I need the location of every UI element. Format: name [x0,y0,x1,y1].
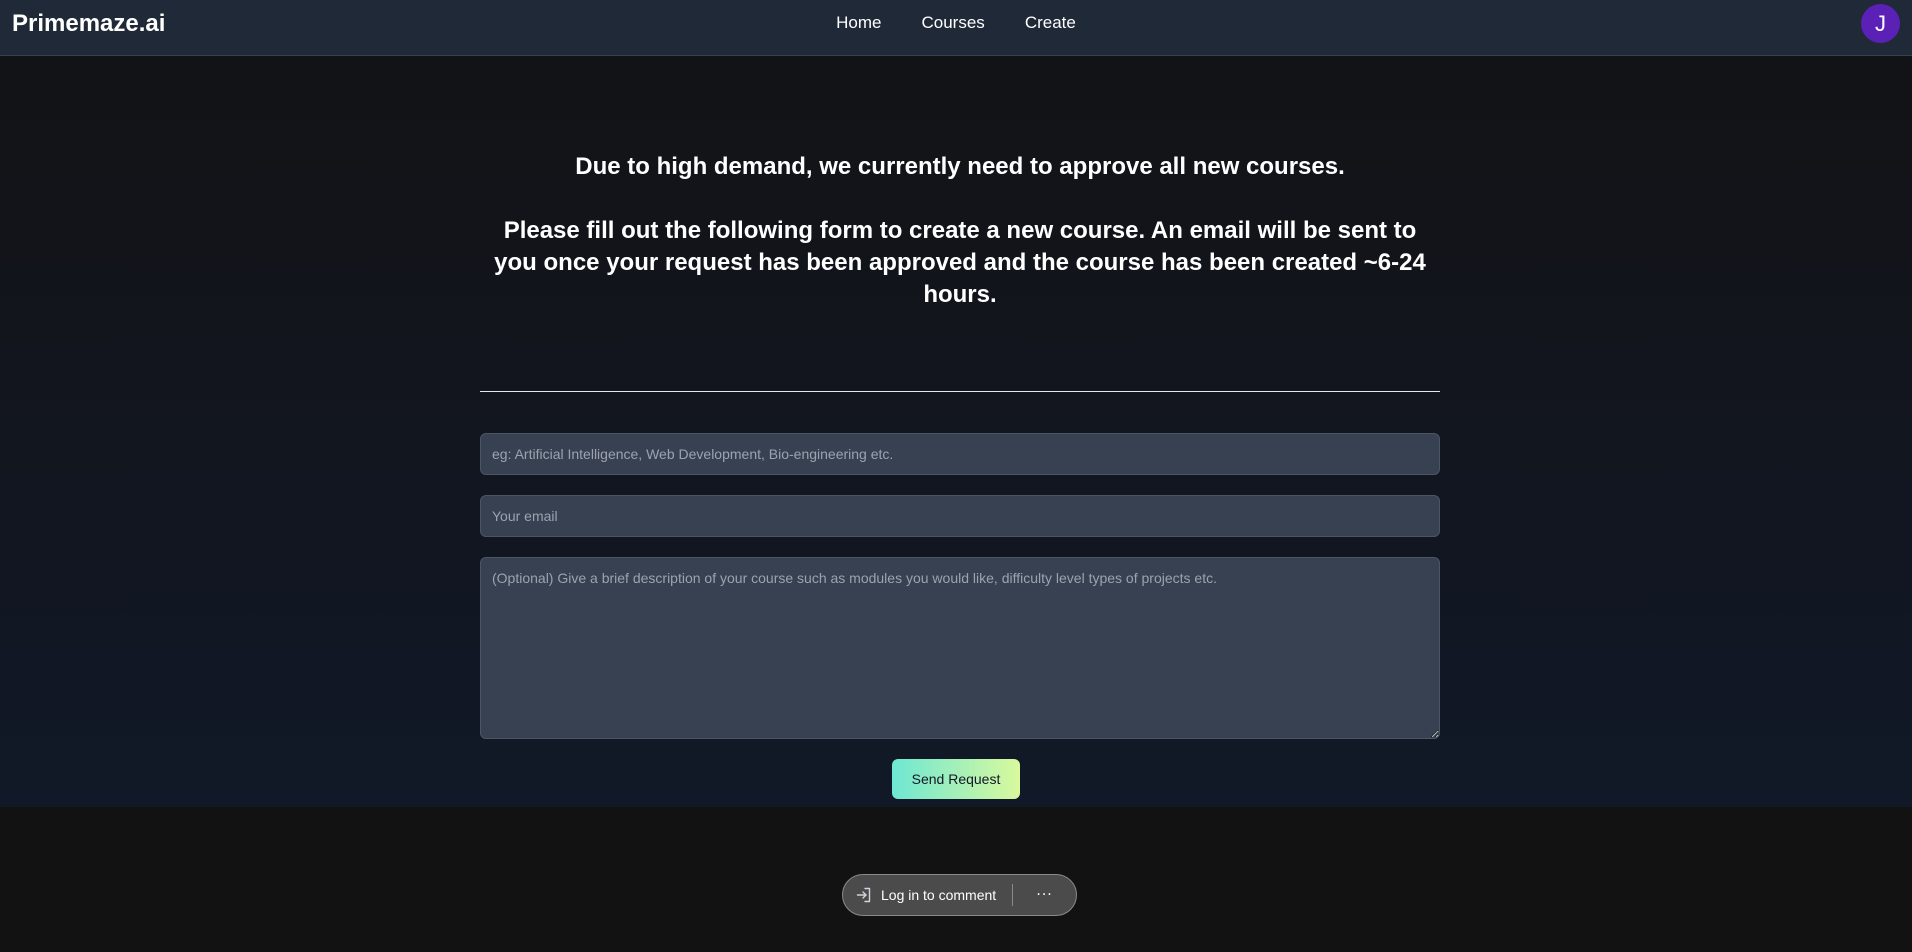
login-to-comment-button[interactable]: Log in to comment [843,884,1014,906]
user-avatar[interactable]: J [1861,4,1900,43]
more-icon: ··· [1036,887,1053,903]
email-input[interactable] [480,495,1440,537]
create-course-section: Due to high demand, we currently need to… [0,56,1912,807]
form-instructions-heading: Please fill out the following form to cr… [494,217,1426,308]
login-to-comment-label: Log in to comment [881,887,997,903]
course-description-textarea[interactable] [480,557,1440,739]
brand-logo[interactable]: Primemaze.ai [12,10,165,38]
nav-create[interactable]: Create [1025,13,1076,33]
comment-bar: Log in to comment ··· [842,874,1077,916]
approval-notice-heading: Due to high demand, we currently need to… [575,153,1345,180]
main-nav: Home Courses Create [0,0,1912,46]
nav-courses[interactable]: Courses [922,13,985,33]
more-options-button[interactable]: ··· [1013,887,1076,903]
course-topic-input[interactable] [480,433,1440,475]
nav-home[interactable]: Home [836,13,881,33]
login-icon [855,886,873,904]
top-navbar: Primemaze.ai Home Courses Create J [0,0,1912,56]
section-divider [480,391,1440,392]
send-request-button[interactable]: Send Request [892,759,1020,799]
